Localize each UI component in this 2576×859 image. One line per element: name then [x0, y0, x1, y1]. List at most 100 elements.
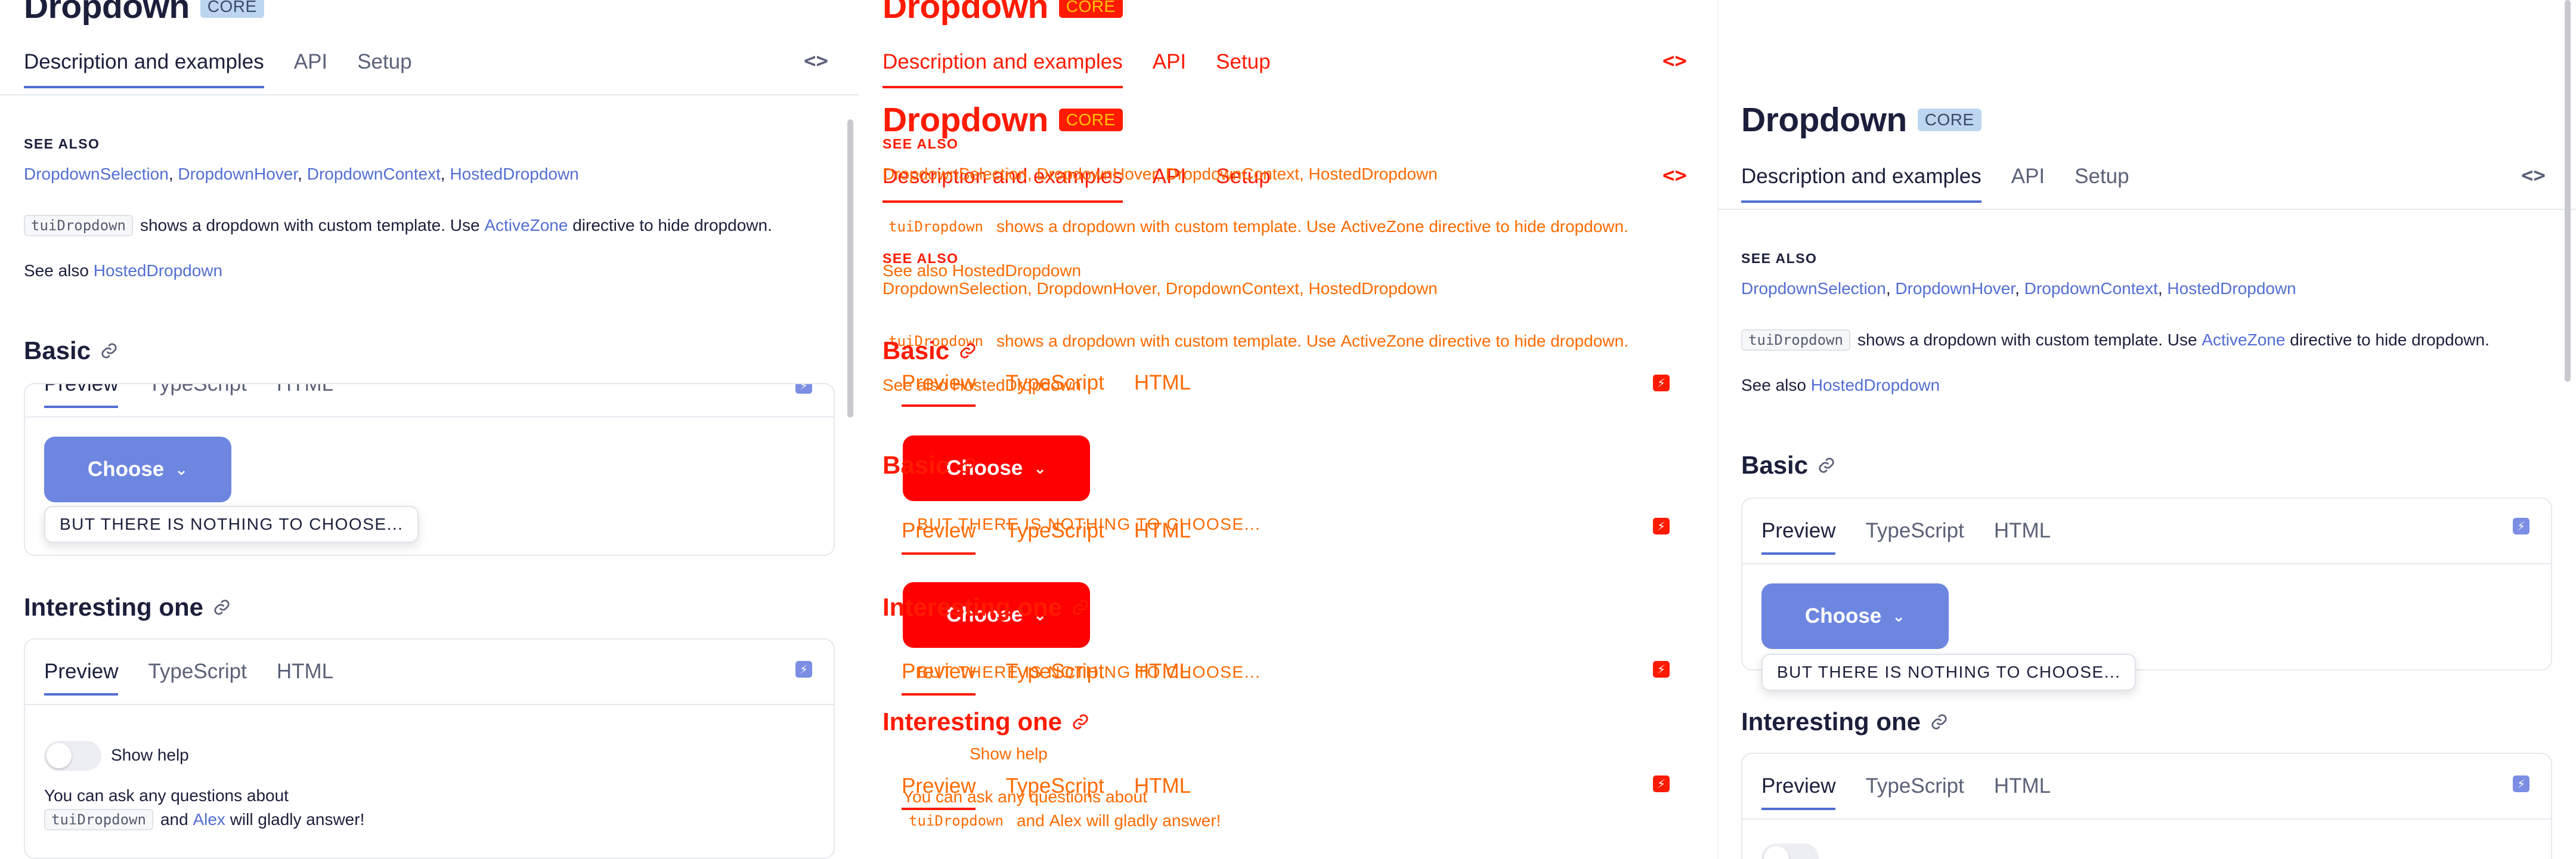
core-badge: CORE [1058, 0, 1123, 18]
stackblitz-icon[interactable]: ⚡ [2513, 775, 2529, 792]
tabs-divider [1717, 209, 2576, 210]
basic-demo-card: Preview TypeScript HTML ⚡ Choose ⌄ [1741, 498, 2552, 670]
tab-typescript[interactable]: TypeScript [148, 384, 246, 396]
page-tabs: Description and examples API Setup [1741, 165, 2159, 212]
page-title: Dropdown CORE [24, 0, 264, 26]
tab-setup[interactable]: Setup [2075, 165, 2129, 189]
link-dropdown-hover[interactable]: DropdownHover [178, 165, 298, 183]
intro-paragraph: tuiDropdown shows a dropdown with custom… [888, 217, 1628, 236]
tabs-divider [0, 94, 859, 95]
link-icon[interactable] [1072, 713, 1089, 731]
tab-api[interactable]: API [1153, 50, 1186, 74]
link-icon[interactable] [213, 598, 231, 616]
see-also-label: SEE ALSO [24, 136, 100, 152]
link-alex[interactable]: Alex [193, 810, 225, 829]
link-icon[interactable] [959, 456, 977, 474]
stackblitz-icon[interactable]: ⚡ [795, 661, 812, 678]
interesting-demo-tabs: Preview TypeScript HTML [1761, 754, 2080, 818]
tab-preview[interactable]: Preview [44, 660, 119, 696]
see-also-label: SEE ALSO [1741, 251, 1818, 266]
core-badge: CORE [1058, 109, 1123, 131]
tab-api[interactable]: API [294, 50, 327, 74]
panel-border [1717, 0, 1719, 859]
tab-html[interactable]: HTML [1994, 774, 2051, 798]
link-icon[interactable] [1072, 598, 1089, 616]
tab-description[interactable]: Description and examples [1741, 165, 1981, 203]
link-icon[interactable] [100, 342, 118, 360]
dropdown-content: BUT THERE IS NOTHING TO CHOOSE... [44, 506, 419, 543]
basic-heading: Basic [1741, 451, 1835, 480]
tab-typescript[interactable]: TypeScript [1865, 519, 1964, 543]
dropdown-content: BUT THERE IS NOTHING TO CHOOSE... [1761, 654, 2137, 691]
card-divider [25, 416, 834, 418]
code-icon[interactable]: <> [1662, 49, 1687, 73]
code-icon[interactable]: <> [804, 49, 828, 73]
tab-setup[interactable]: Setup [357, 50, 411, 74]
link-active-zone[interactable]: ActiveZone [2202, 330, 2285, 350]
scrollbar[interactable] [847, 119, 853, 418]
help-line-1: You can ask any questions about [903, 787, 1147, 806]
card-divider [25, 704, 834, 705]
tab-html[interactable]: HTML [277, 384, 333, 396]
see-also-line: See also HostedDropdown [1741, 376, 1940, 395]
see-also-links: DropdownSelection, DropdownHover, Dropdo… [1741, 279, 2296, 298]
basic-demo-tabs: Preview TypeScript HTML [1761, 499, 2080, 563]
code-tui-dropdown: tuiDropdown [1741, 329, 1850, 351]
intro-paragraph: tuiDropdown shows a dropdown with custom… [888, 332, 1628, 350]
tab-html[interactable]: HTML [277, 660, 333, 684]
link-hosted-dropdown[interactable]: HostedDropdown [2167, 279, 2296, 298]
tab-description[interactable]: Description and examples [883, 50, 1123, 88]
stackblitz-icon[interactable]: ⚡ [1653, 518, 1670, 534]
choose-button[interactable]: Choose ⌄ [44, 437, 231, 502]
show-help-toggle[interactable] [44, 741, 101, 771]
help-line-2: tuiDropdown and Alex will gladly answer! [909, 811, 1221, 830]
link-active-zone[interactable]: ActiveZone [484, 216, 568, 235]
link-dropdown-selection[interactable]: DropdownSelection [24, 165, 169, 183]
see-also-line: See also HostedDropdown [24, 261, 223, 280]
tab-preview[interactable]: Preview [44, 384, 119, 408]
choose-button[interactable]: Choose ⌄ [1761, 583, 1949, 649]
code-icon[interactable]: <> [2521, 163, 2546, 187]
link-dropdown-hover[interactable]: DropdownHover [1895, 279, 2015, 298]
tab-setup[interactable]: Setup [1216, 50, 1270, 74]
show-help-label: Show help [111, 746, 189, 764]
stackblitz-icon[interactable]: ⚡ [1653, 661, 1670, 678]
tab-typescript[interactable]: TypeScript [1865, 774, 1964, 798]
tab-preview[interactable]: Preview [1761, 519, 1836, 555]
help-line-2: tuiDropdown and Alex will gladly answer! [44, 809, 364, 830]
interesting-demo-card: Preview TypeScript HTML ⚡ [1741, 753, 2552, 859]
tab-description[interactable]: Description and examples [24, 50, 264, 88]
help-line-1: You can ask any questions about [44, 786, 289, 805]
tab-html[interactable]: HTML [1994, 519, 2051, 543]
link-hosted-dropdown-2[interactable]: HostedDropdown [94, 261, 222, 280]
tab-api[interactable]: API [2011, 165, 2045, 189]
stackblitz-icon[interactable]: ⚡ [1653, 775, 1670, 792]
link-icon[interactable] [1930, 713, 1948, 731]
chevron-down-icon: ⌄ [175, 460, 188, 478]
interesting-heading: Interesting one [24, 593, 231, 622]
interesting-demo-tabs: Preview TypeScript HTML [44, 639, 363, 704]
interesting-heading: Interesting one [883, 707, 1089, 736]
tab-typescript[interactable]: TypeScript [148, 660, 246, 684]
core-badge: CORE [1917, 109, 1981, 131]
see-also-label: SEE ALSO [883, 136, 959, 152]
link-icon[interactable] [1818, 456, 1835, 474]
stackblitz-icon[interactable]: ⚡ [795, 384, 812, 394]
code-icon[interactable]: <> [1662, 163, 1687, 187]
tab-preview[interactable]: Preview [1761, 774, 1836, 810]
page-tabs: Description and examples API Setup [24, 50, 442, 98]
link-dropdown-selection[interactable]: DropdownSelection [1741, 279, 1886, 298]
stackblitz-icon[interactable]: ⚡ [1653, 375, 1670, 391]
page-title: Dropdown CORE [883, 0, 1123, 26]
basic-demo-tabs: Preview TypeScript HTML [902, 371, 1191, 407]
link-hosted-dropdown-2[interactable]: HostedDropdown [1811, 376, 1940, 395]
scrollbar[interactable] [2565, 0, 2571, 382]
basic-heading: Basic [883, 451, 977, 480]
stackblitz-icon[interactable]: ⚡ [2513, 518, 2529, 534]
link-hosted-dropdown[interactable]: HostedDropdown [450, 165, 578, 183]
show-help-toggle[interactable] [1761, 843, 1819, 859]
code-tui-dropdown: tuiDropdown [24, 215, 133, 236]
link-dropdown-context[interactable]: DropdownContext [307, 165, 441, 183]
link-dropdown-context[interactable]: DropdownContext [2024, 279, 2158, 298]
interesting-heading: Interesting one [883, 593, 1089, 622]
